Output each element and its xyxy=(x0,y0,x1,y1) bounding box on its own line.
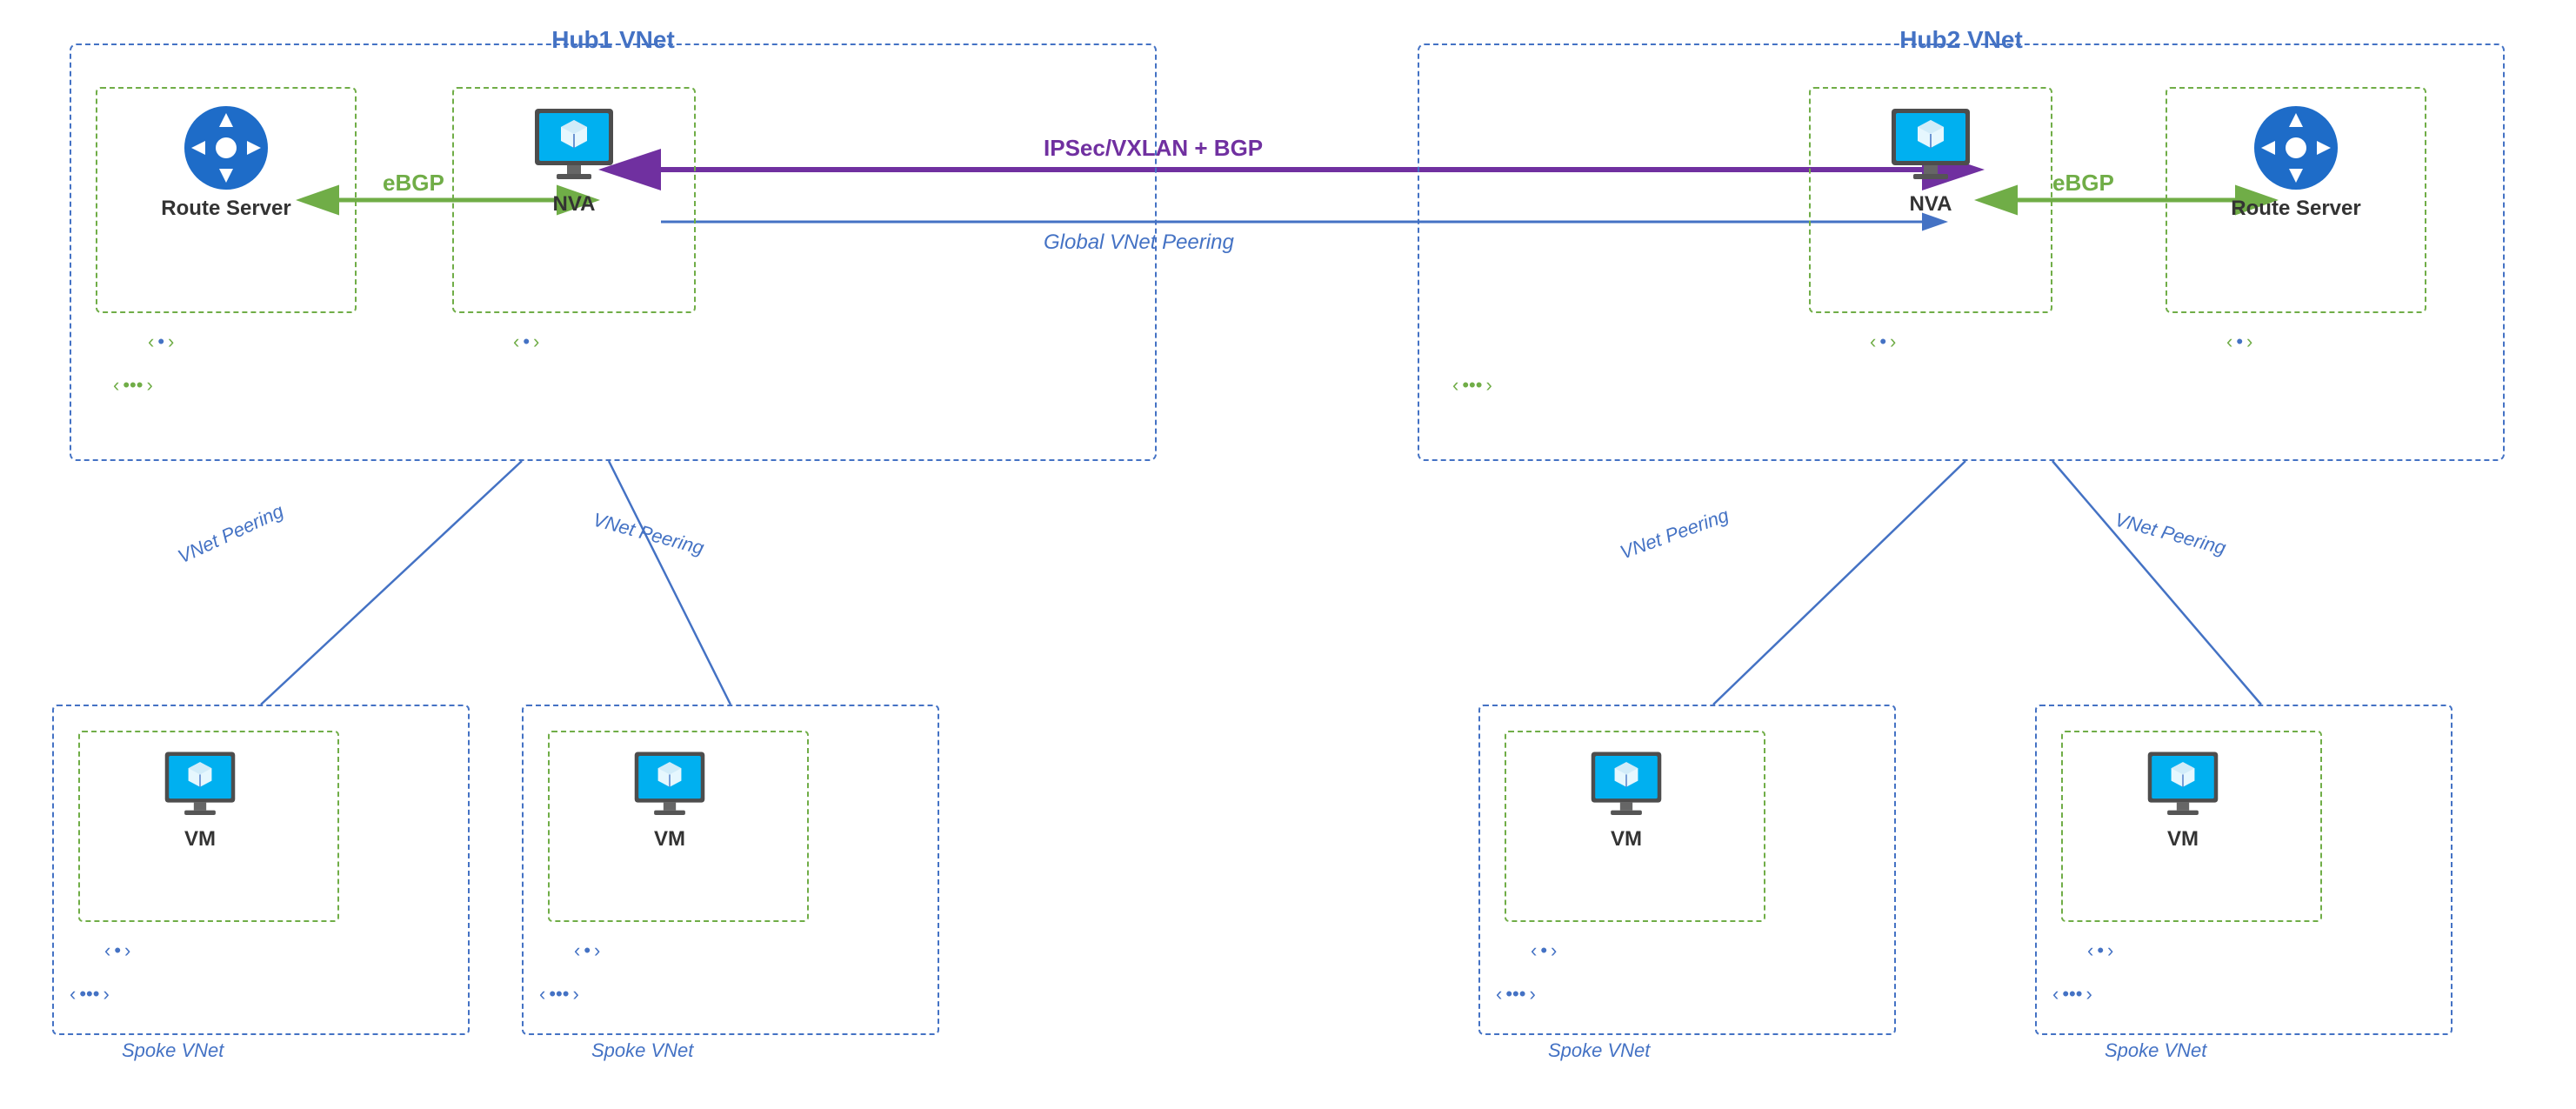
vm4-icon xyxy=(2144,748,2222,822)
ebgp2-label: eBGP xyxy=(2052,170,2114,197)
rs1-chevrons-dots: ‹•••› xyxy=(113,374,153,397)
spoke3-chevrons-dots: ‹•••› xyxy=(1496,983,1536,1005)
spoke4-chevrons-dots: ‹•••› xyxy=(2052,983,2092,1005)
spoke3-chevrons-h: ‹•› xyxy=(1531,939,1557,962)
spoke4-label: Spoke VNet xyxy=(2105,1039,2206,1062)
nva1-label: NVA xyxy=(553,192,596,217)
spoke2-chevrons-h: ‹•› xyxy=(574,939,600,962)
spoke4-chevrons-h: ‹•› xyxy=(2087,939,2113,962)
nva2-label: NVA xyxy=(1910,192,1952,217)
vm4-label: VM xyxy=(2167,827,2199,852)
route-server-1-label: Route Server xyxy=(161,197,290,221)
route-server-2-icon xyxy=(2252,104,2339,191)
ipsec-label: IPSec/VXLAN + BGP xyxy=(1044,135,1263,162)
ebgp1-label: eBGP xyxy=(383,170,444,197)
vnet-peering-4-label: VNet Peering xyxy=(2112,508,2229,561)
spoke1-chevrons-h: ‹•› xyxy=(104,939,130,962)
vm2-label: VM xyxy=(654,827,685,852)
diagram-container: Hub1 VNet Hub2 VNet Route Server ‹•› ‹••… xyxy=(0,0,2576,1109)
spoke1-chevrons-dots: ‹•••› xyxy=(70,983,110,1005)
vnet-peering-1-label: VNet Peering xyxy=(174,499,288,570)
vm3-icon xyxy=(1587,748,1665,822)
route-server-2-label: Route Server xyxy=(2231,197,2360,221)
vm2-icon xyxy=(631,748,709,822)
nva2-icon xyxy=(1887,104,1974,187)
vnet-peering-2-label: VNet Peering xyxy=(591,508,707,561)
vm1-icon-container: VM xyxy=(113,748,287,852)
nva1-icon xyxy=(531,104,617,187)
hub2-chevrons-dots: ‹•••› xyxy=(1452,374,1492,397)
nva2-chevrons-h: ‹•› xyxy=(1870,331,1896,353)
spoke1-label: Spoke VNet xyxy=(122,1039,224,1062)
spoke3-label: Spoke VNet xyxy=(1548,1039,1650,1062)
vm2-icon-container: VM xyxy=(583,748,757,852)
spoke2-label: Spoke VNet xyxy=(591,1039,693,1062)
route-server-2-icon-container: Route Server xyxy=(2209,104,2383,221)
vm3-label: VM xyxy=(1611,827,1642,852)
global-peering-label: Global VNet Peering xyxy=(1044,230,1234,255)
hub1-label: Hub1 VNet xyxy=(551,26,675,54)
vm4-icon-container: VM xyxy=(2096,748,2270,852)
hub2-label: Hub2 VNet xyxy=(1899,26,2023,54)
vm1-icon xyxy=(161,748,239,822)
route-server-1-icon-container: Route Server xyxy=(139,104,313,221)
spoke2-chevrons-dots: ‹•••› xyxy=(539,983,579,1005)
nva1-chevrons-h: ‹•› xyxy=(513,331,539,353)
nva1-icon-container: NVA xyxy=(487,104,661,217)
nva2-icon-container: NVA xyxy=(1844,104,2018,217)
vm1-label: VM xyxy=(184,827,216,852)
vnet-peering-3-label: VNet Peering xyxy=(1617,503,1732,565)
rs1-chevrons-h: ‹•› xyxy=(148,331,174,353)
route-server-1-icon xyxy=(183,104,270,191)
rs2-chevrons-h: ‹•› xyxy=(2226,331,2252,353)
vm3-icon-container: VM xyxy=(1539,748,1713,852)
